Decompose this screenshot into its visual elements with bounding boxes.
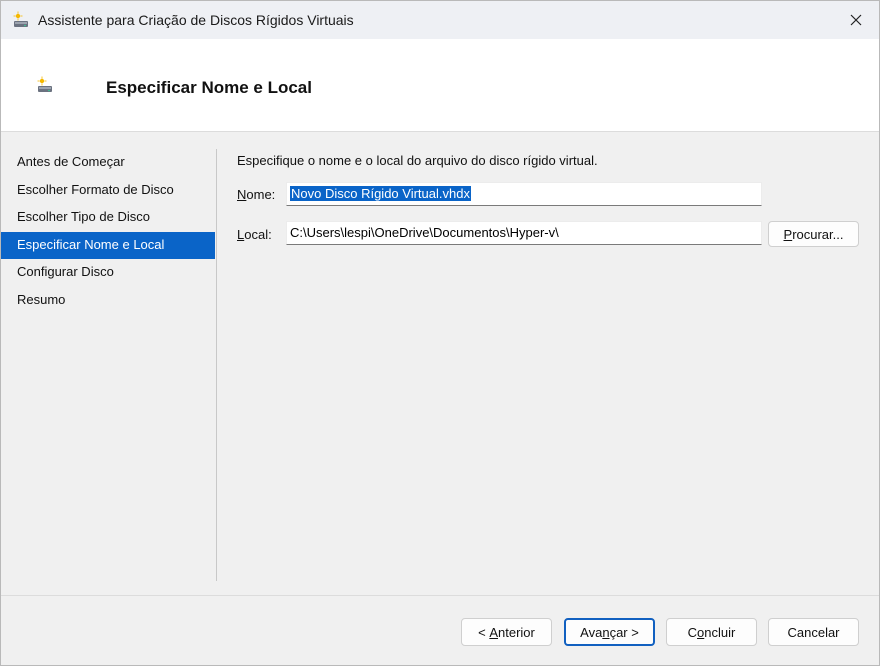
next-label-pre: Ava bbox=[580, 624, 603, 640]
close-button[interactable] bbox=[833, 1, 879, 39]
next-label-rest: çar > bbox=[609, 624, 639, 640]
location-label-rest: ocal: bbox=[244, 227, 272, 242]
name-label-accel: N bbox=[237, 187, 247, 202]
title-bar: Assistente para Criação de Discos Rígido… bbox=[1, 1, 879, 39]
page-header: Especificar Nome e Local bbox=[1, 39, 879, 132]
next-accel: n bbox=[602, 624, 610, 640]
virtual-disk-icon bbox=[13, 11, 28, 27]
previous-prefix: < bbox=[478, 624, 490, 640]
window-title: Assistente para Criação de Discos Rígido… bbox=[38, 12, 354, 28]
name-input[interactable]: Novo Disco Rígido Virtual.vhdx bbox=[286, 182, 762, 206]
next-button[interactable]: Ava n çar > bbox=[564, 618, 655, 646]
finish-button[interactable]: Co ncluir bbox=[666, 618, 757, 646]
cancel-button[interactable]: Cancelar bbox=[768, 618, 859, 646]
previous-button[interactable]: < Anterior bbox=[461, 618, 552, 646]
name-input-value: Novo Disco Rígido Virtual.vhdx bbox=[290, 186, 471, 201]
page-title: Especificar Nome e Local bbox=[106, 78, 312, 97]
previous-label-rest: nterior bbox=[498, 624, 535, 640]
wizard-steps-nav: Antes de Começar Escolher Formato de Dis… bbox=[1, 149, 215, 314]
browse-button[interactable]: Procurar... bbox=[768, 221, 859, 247]
nav-step-before-you-begin[interactable]: Antes de Começar bbox=[1, 149, 215, 177]
location-input[interactable]: C:\Users\lespi\OneDrive\Documentos\Hyper… bbox=[286, 221, 762, 245]
location-label: Local: bbox=[237, 227, 272, 242]
name-label: Nome: bbox=[237, 187, 275, 202]
finish-label-rest: ncluir bbox=[704, 624, 736, 640]
browse-accel: P bbox=[783, 226, 793, 242]
finish-accel: o bbox=[697, 624, 705, 640]
finish-label-pre: C bbox=[687, 624, 698, 640]
nav-step-name-location[interactable]: Especificar Nome e Local bbox=[1, 231, 215, 259]
nav-divider bbox=[216, 149, 217, 581]
virtual-disk-icon bbox=[37, 76, 52, 92]
footer-divider bbox=[1, 595, 879, 596]
nav-step-choose-format[interactable]: Escolher Formato de Disco bbox=[1, 177, 215, 205]
nav-step-summary[interactable]: Resumo bbox=[1, 287, 215, 315]
close-icon bbox=[850, 14, 862, 26]
nav-step-configure-disk[interactable]: Configurar Disco bbox=[1, 259, 215, 287]
nav-step-choose-type[interactable]: Escolher Tipo de Disco bbox=[1, 204, 215, 232]
instruction-text: Especifique o nome e o local do arquivo … bbox=[237, 153, 598, 168]
wizard-window: Assistente para Criação de Discos Rígido… bbox=[0, 0, 880, 666]
name-label-rest: ome: bbox=[246, 187, 276, 202]
browse-label-rest: rocurar... bbox=[792, 226, 844, 242]
location-input-value: C:\Users\lespi\OneDrive\Documentos\Hyper… bbox=[290, 225, 559, 240]
previous-accel: A bbox=[489, 624, 499, 640]
